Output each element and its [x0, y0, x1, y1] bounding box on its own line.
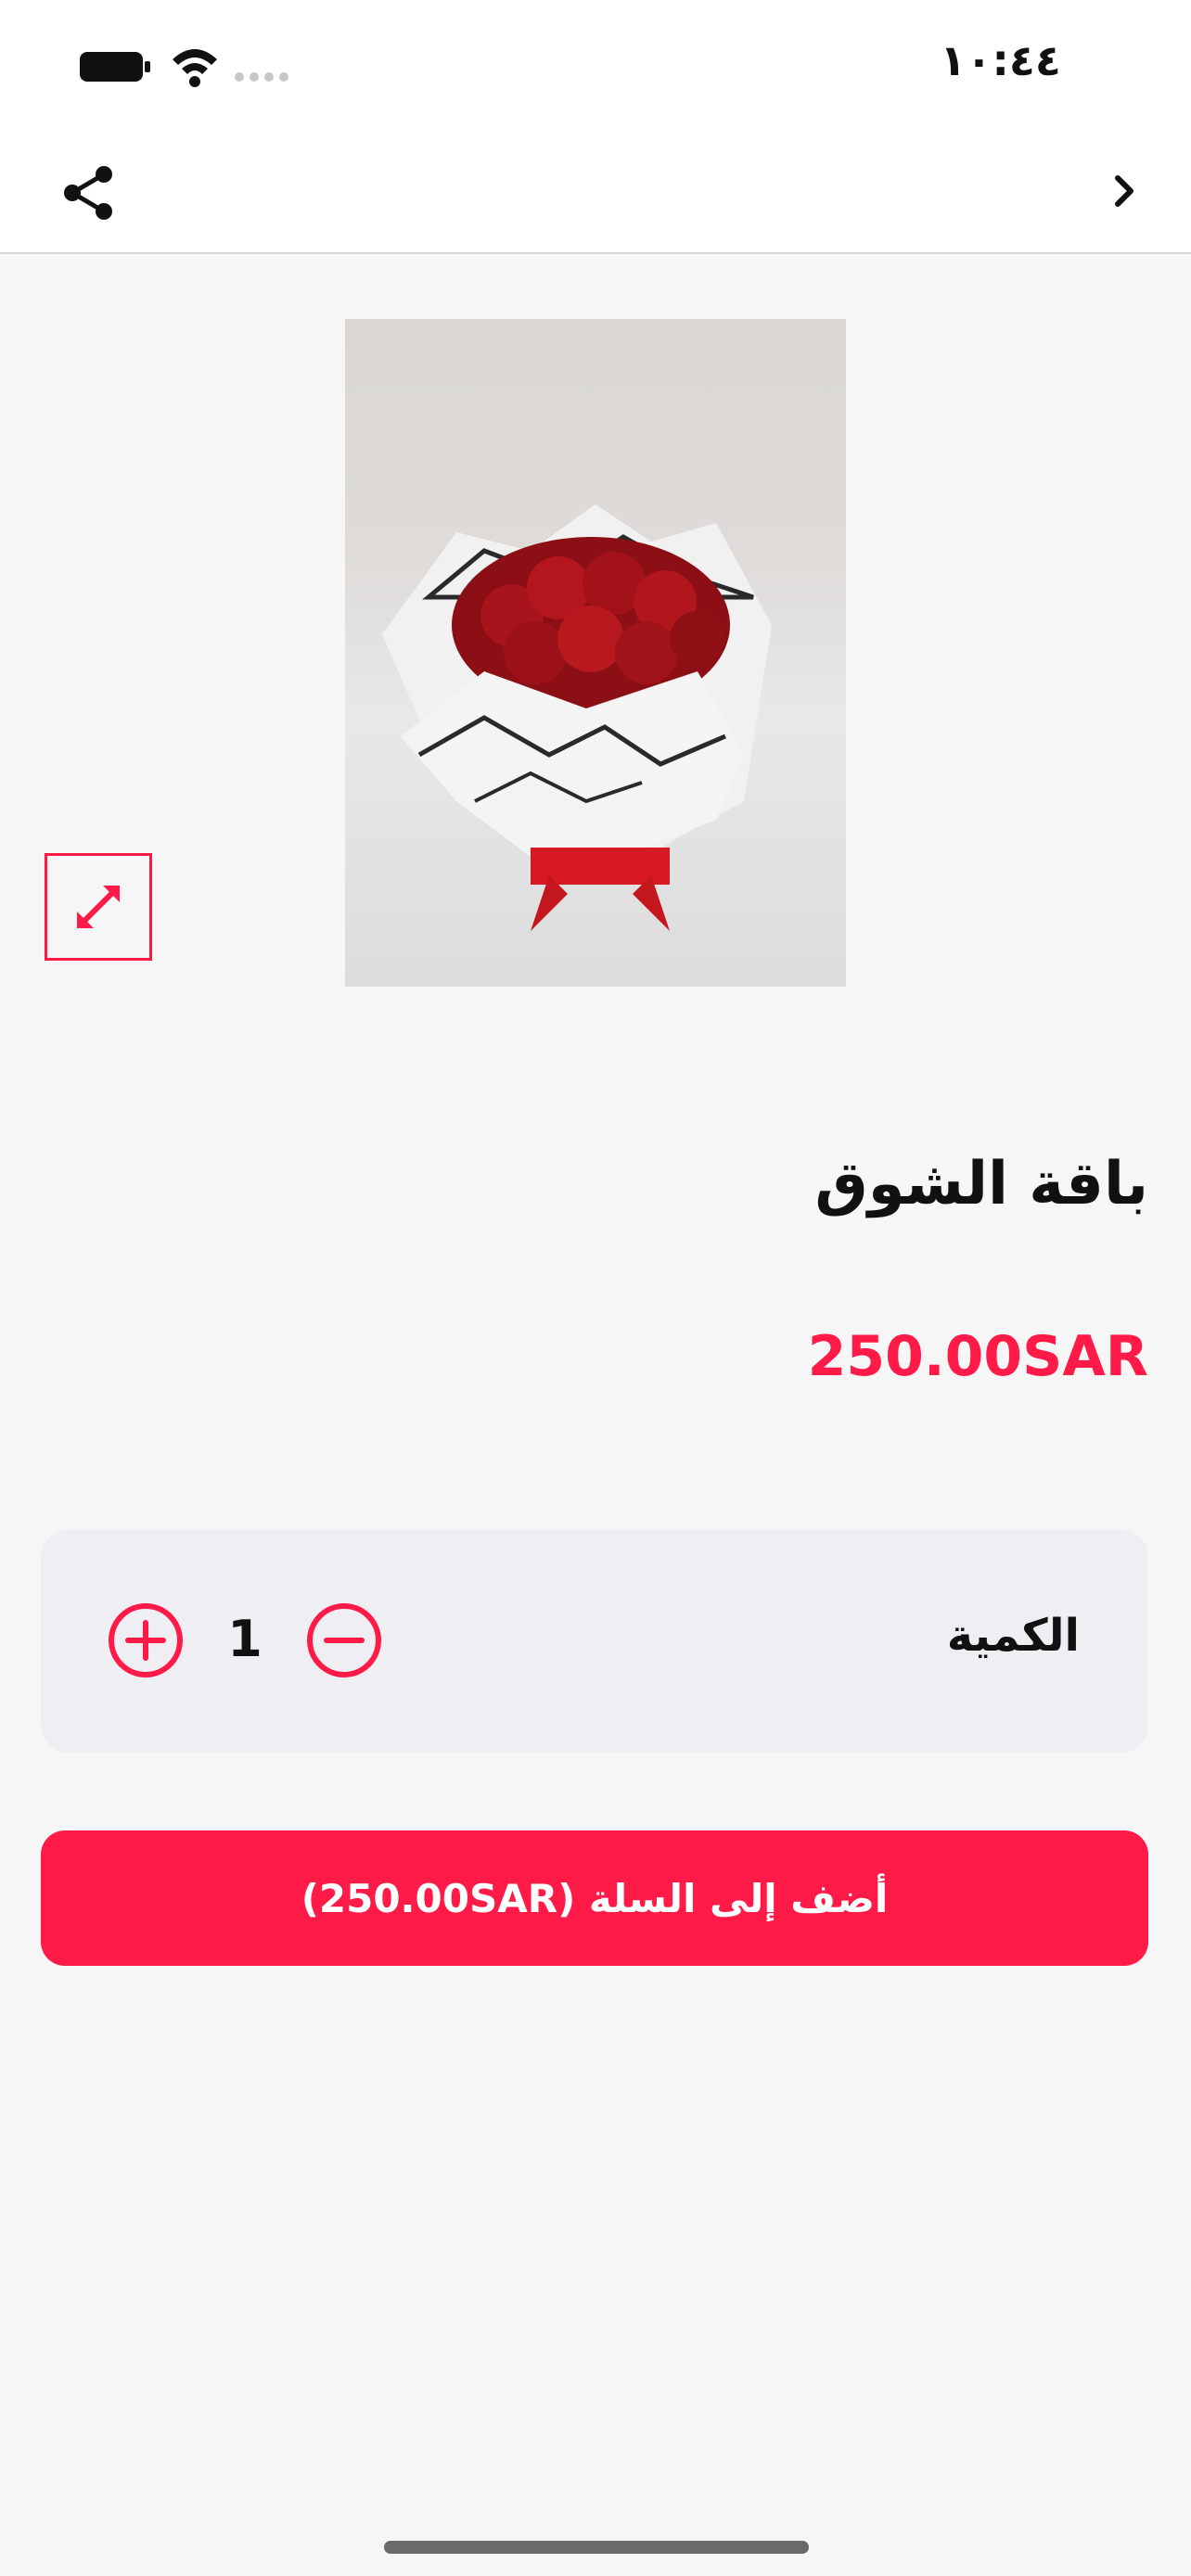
- status-time: ١٠:٤٤: [940, 35, 1061, 85]
- battery-icon: [80, 52, 150, 82]
- flower-bouquet-image: [382, 504, 772, 931]
- signal-icon: [235, 72, 288, 82]
- expand-button[interactable]: [45, 853, 152, 961]
- plus-circle-icon: [109, 1603, 183, 1677]
- expand-icon: [77, 886, 120, 928]
- add-to-cart-button[interactable]: أضف إلى السلة (250.00SAR): [41, 1830, 1148, 1966]
- nav-bar: [0, 130, 1191, 254]
- wifi-icon: [173, 49, 217, 87]
- quantity-selector: 1 الكمية: [41, 1530, 1148, 1753]
- status-bar: ١٠:٤٤: [0, 0, 1191, 130]
- product-title: باقة الشوق: [814, 1150, 1149, 1218]
- minus-circle-icon: [307, 1603, 381, 1677]
- quantity-value: 1: [227, 1610, 263, 1668]
- product-image[interactable]: [345, 319, 846, 987]
- share-button[interactable]: [54, 158, 124, 228]
- increase-quantity-button[interactable]: [106, 1600, 186, 1680]
- home-indicator: [384, 2541, 809, 2554]
- product-price: 250.00SAR: [807, 1324, 1148, 1389]
- chevron-right-icon: [1115, 175, 1133, 207]
- add-to-cart-label: أضف إلى السلة (250.00SAR): [301, 1875, 889, 1921]
- quantity-label: الكمية: [946, 1610, 1080, 1662]
- share-icon: [64, 166, 112, 220]
- back-button[interactable]: [1095, 161, 1154, 221]
- decrease-quantity-button[interactable]: [304, 1600, 384, 1680]
